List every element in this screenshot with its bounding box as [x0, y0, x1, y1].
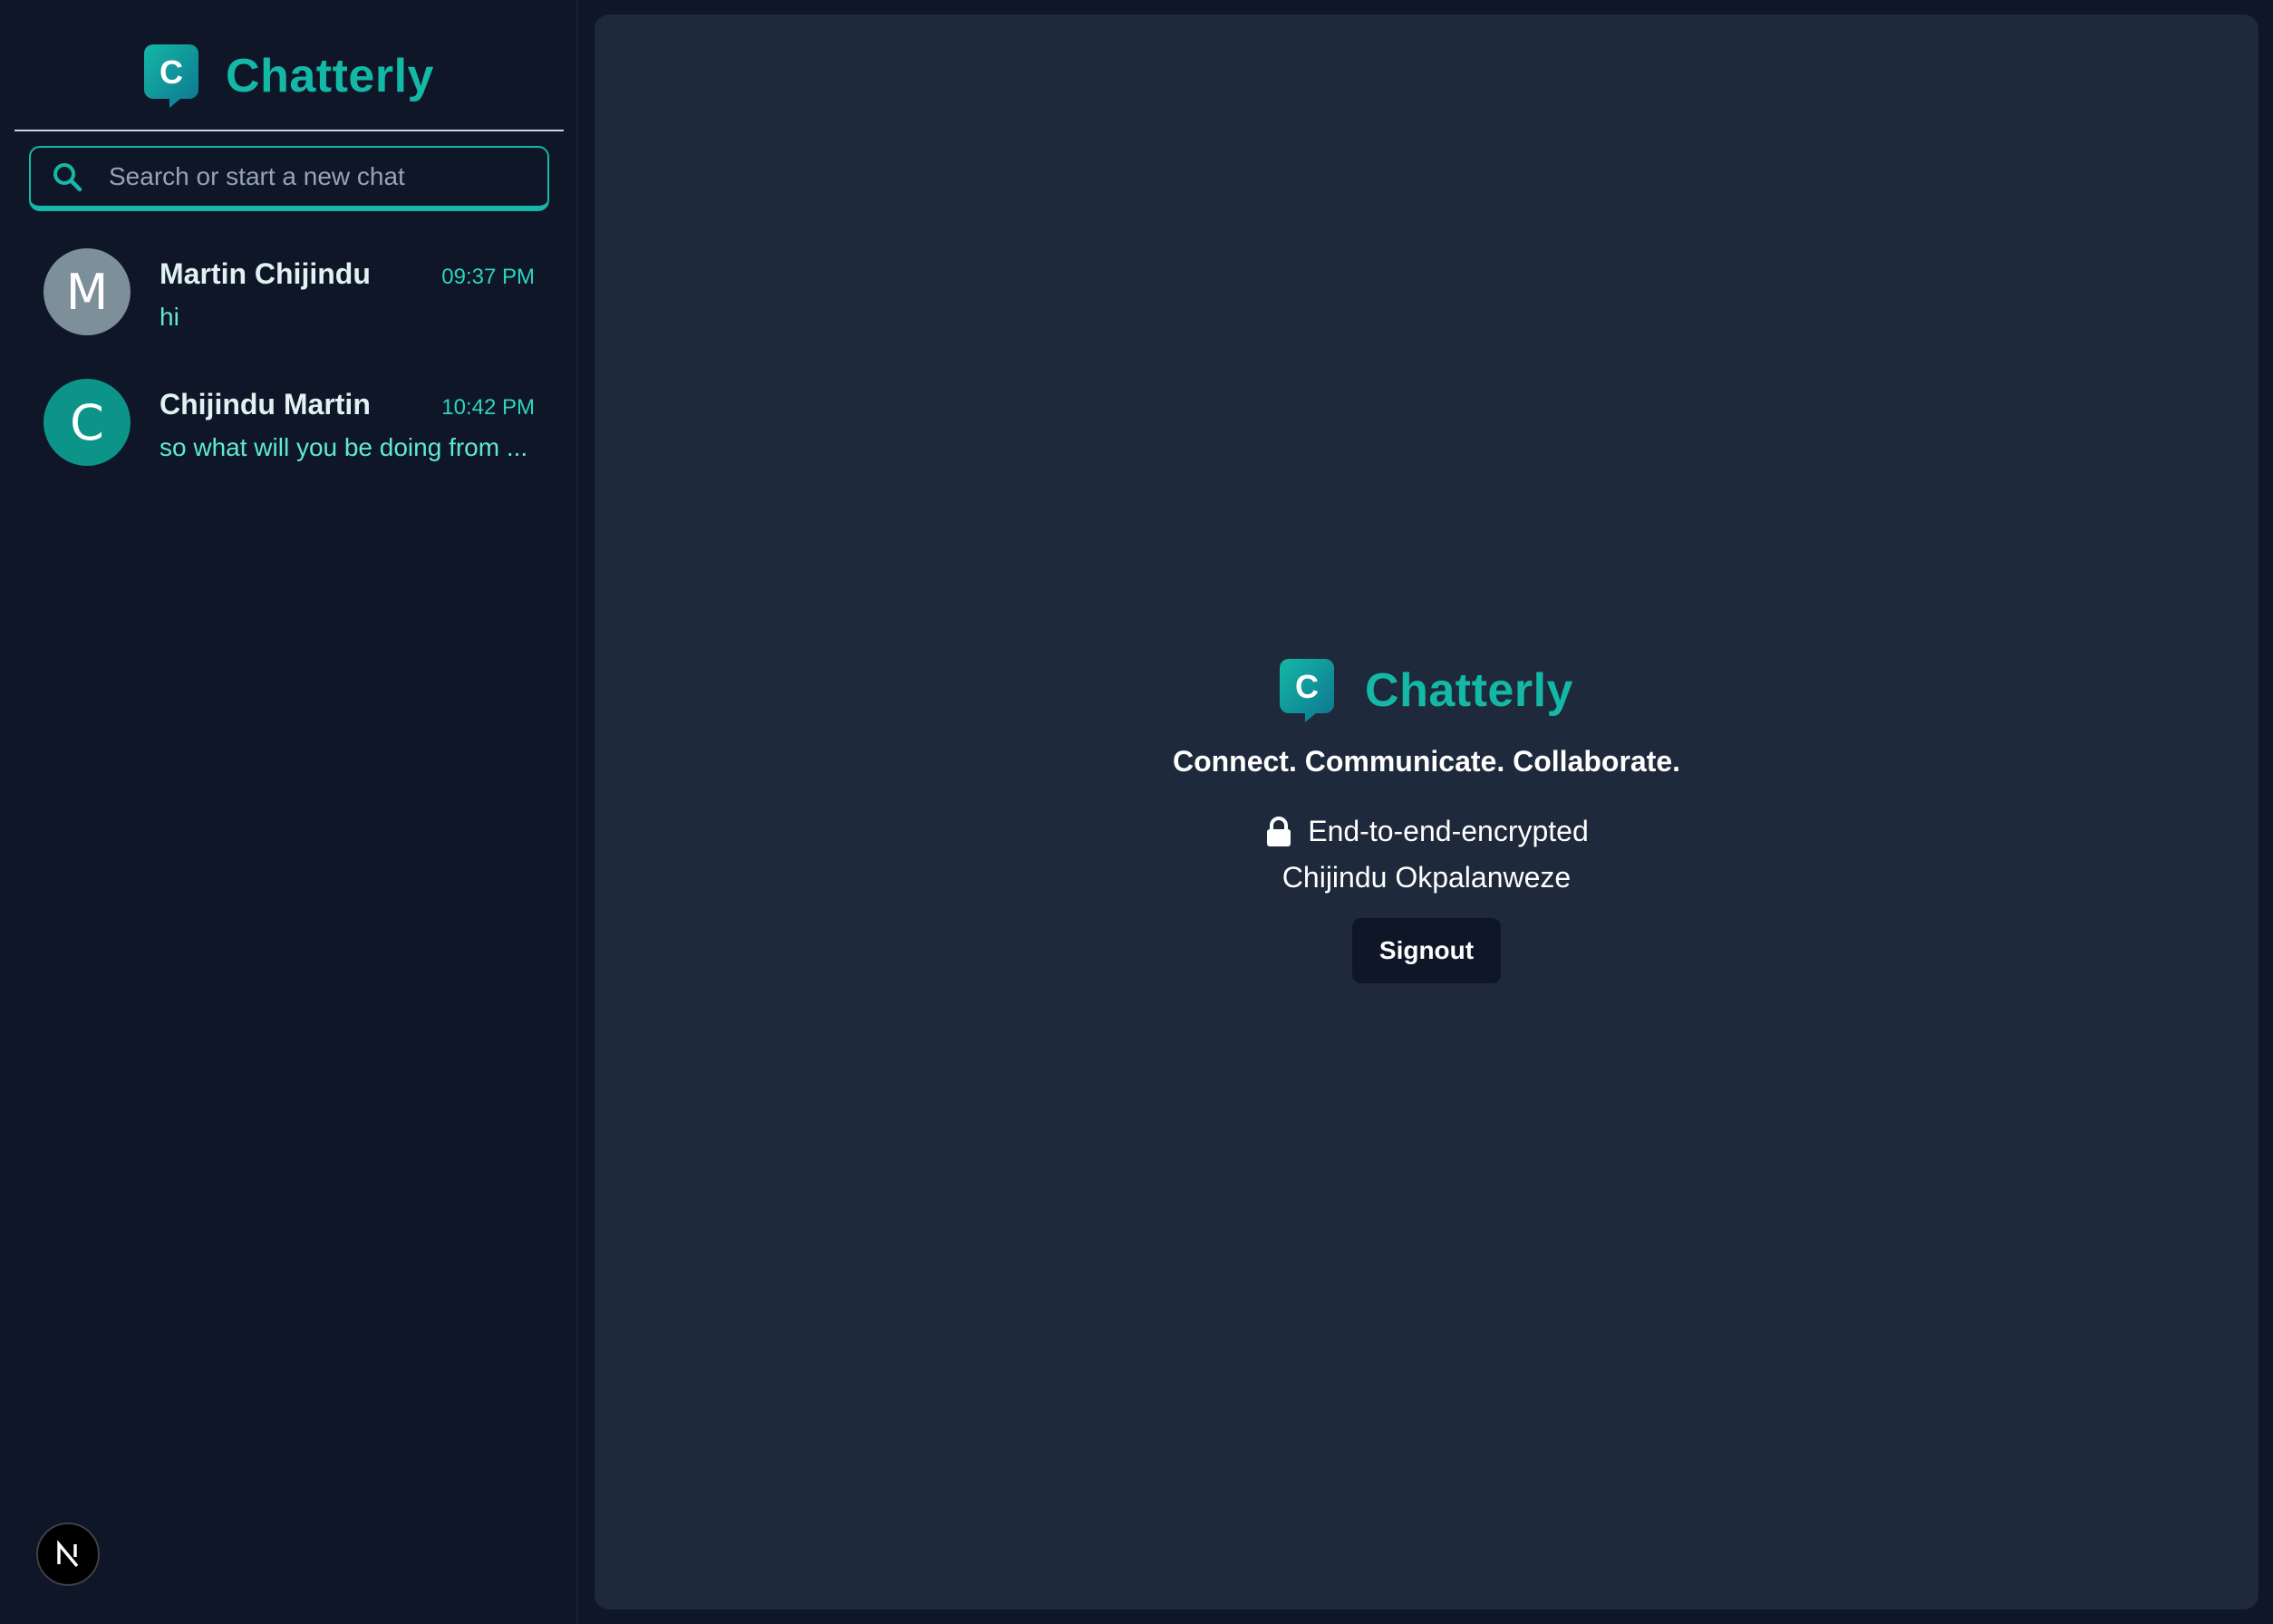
- welcome-brand-name: Chatterly: [1365, 664, 1573, 717]
- search-box[interactable]: [29, 146, 549, 211]
- logo-letter: C: [1295, 668, 1319, 705]
- search-input[interactable]: [109, 162, 547, 191]
- chat-list-item[interactable]: C Chijindu Martin 10:42 PM so what will …: [0, 368, 578, 498]
- welcome-panel: C Chatterly Connect. Communicate. Collab…: [595, 656, 2258, 983]
- avatar-initial: C: [70, 393, 104, 451]
- chat-timestamp: 09:37 PM: [441, 265, 535, 289]
- signout-button[interactable]: Signout: [1352, 918, 1501, 983]
- encryption-notice: End-to-end-encrypted: [1264, 815, 1589, 848]
- welcome-brand: C Chatterly: [1280, 656, 1573, 725]
- nextjs-dev-badge-icon[interactable]: [36, 1522, 100, 1586]
- chat-timestamp: 10:42 PM: [441, 395, 535, 420]
- sidebar-brand: C Chatterly: [0, 42, 578, 111]
- sidebar: C Chatterly M Martin Chijindu 09:37 PM: [0, 0, 578, 1624]
- chat-last-message: hi: [160, 303, 179, 331]
- chat-last-message: so what will you be doing from ...: [160, 433, 528, 461]
- app-window: C Chatterly M Martin Chijindu 09:37 PM: [0, 0, 2273, 1624]
- encryption-label: End-to-end-encrypted: [1308, 815, 1589, 847]
- logo-letter: C: [160, 53, 183, 91]
- search-icon: [51, 160, 83, 193]
- sidebar-divider: [15, 130, 564, 131]
- tagline: Connect. Communicate. Collaborate.: [1172, 745, 1681, 778]
- avatar: M: [44, 248, 131, 335]
- chatterly-logo-icon: C: [144, 44, 199, 108]
- avatar-initial: M: [65, 263, 109, 321]
- chat-contact-name: Chijindu Martin: [160, 388, 371, 420]
- lock-icon: [1264, 816, 1293, 847]
- current-user-name: Chijindu Okpalanweze: [1282, 861, 1572, 894]
- avatar: C: [44, 379, 131, 466]
- main-panel: C Chatterly Connect. Communicate. Collab…: [595, 14, 2258, 1610]
- chat-contact-name: Martin Chijindu: [160, 257, 371, 290]
- chat-list: M Martin Chijindu 09:37 PM hi C Chijindu…: [0, 237, 578, 498]
- chat-list-item[interactable]: M Martin Chijindu 09:37 PM hi: [0, 237, 578, 368]
- chatterly-logo-icon: C: [1280, 659, 1335, 722]
- brand-name: Chatterly: [226, 50, 434, 102]
